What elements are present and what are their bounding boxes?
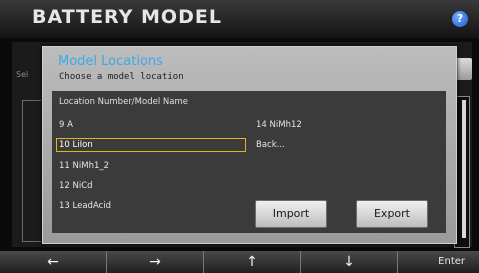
enter-softkey[interactable]: Enter	[398, 251, 479, 273]
app-title: BATTERY MODEL	[32, 6, 222, 28]
left-arrow-icon[interactable]: ←	[0, 251, 107, 273]
background-scrollbar-thumb	[462, 100, 466, 238]
help-icon[interactable]: ?	[452, 11, 468, 27]
up-arrow-icon[interactable]: ↑	[204, 251, 301, 273]
list-item[interactable]: 11 NiMh1_2	[59, 161, 109, 171]
right-arrow-icon[interactable]: →	[107, 251, 204, 273]
background-list-frame	[22, 100, 41, 242]
list-item[interactable]: 12 NiCd	[59, 181, 93, 191]
list-item-selected[interactable]: 10 LiIon	[56, 138, 246, 152]
dialog-title: Model Locations	[58, 54, 163, 69]
location-list-panel: Location Number/Model Name 9 A 10 LiIon …	[52, 91, 446, 233]
export-button[interactable]: Export	[356, 200, 428, 228]
list-item[interactable]: 13 LeadAcid	[59, 201, 111, 211]
dialog-subtitle: Choose a model location	[59, 72, 184, 82]
background-select-label: Sel	[16, 70, 29, 79]
list-item[interactable]: 9 A	[59, 120, 73, 130]
model-locations-dialog: Model Locations Choose a model location …	[42, 46, 457, 244]
list-item[interactable]: 14 NiMh12	[256, 120, 302, 130]
title-bar: BATTERY MODEL ?	[0, 0, 479, 38]
down-arrow-icon[interactable]: ↓	[301, 251, 398, 273]
import-button[interactable]: Import	[255, 200, 327, 228]
softkey-bar: ← → ↑ ↓ Enter	[0, 251, 479, 273]
back-item[interactable]: Back...	[256, 140, 285, 150]
enter-label: Enter	[438, 256, 465, 267]
list-header: Location Number/Model Name	[59, 97, 188, 107]
